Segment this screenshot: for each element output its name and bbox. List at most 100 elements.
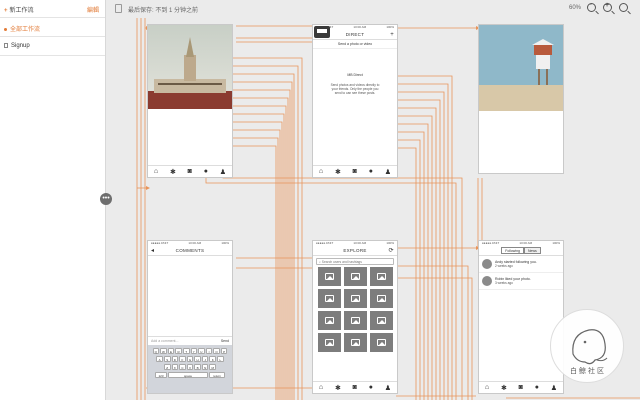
camera-icon[interactable]: ◙ xyxy=(353,168,357,175)
home-icon[interactable]: ⌂ xyxy=(485,384,489,391)
explore-thumbnail[interactable] xyxy=(344,311,367,330)
key[interactable]: M xyxy=(209,363,217,370)
screen-mb-photos[interactable]: ●●●●● AT&T10:00 AM100% MB Photos⊟ Yuelyi… xyxy=(147,24,233,178)
explore-icon[interactable]: ✱ xyxy=(501,384,507,392)
camera-icon[interactable]: ◙ xyxy=(519,384,523,391)
image-icon xyxy=(351,273,360,280)
explore-thumbnail[interactable] xyxy=(370,311,393,330)
key[interactable]: R xyxy=(175,347,182,354)
key[interactable]: G xyxy=(186,355,194,362)
back-arrow-icon[interactable]: ◂ xyxy=(151,246,154,256)
activity-icon[interactable]: ● xyxy=(204,168,208,175)
nav-bar: ◂ COMMENTS xyxy=(148,246,232,256)
key[interactable]: V xyxy=(186,363,194,370)
profile-icon[interactable]: ♟ xyxy=(220,168,226,176)
key[interactable]: X xyxy=(171,363,179,370)
explore-thumbnail[interactable] xyxy=(370,267,393,286)
workflow-canvas[interactable]: ●●●●● AT&T10:00 AM100% MB Photos⊟ Yuelyi… xyxy=(106,18,640,400)
zoom-in-icon[interactable]: + xyxy=(603,2,612,12)
explore-thumbnail[interactable] xyxy=(318,333,341,352)
list-item[interactable]: Robin liked your photo. 3 weeks ago xyxy=(479,273,563,290)
screen-camera[interactable]: ✖ ▦⟲ϟ ◙ ■◂ xyxy=(478,24,564,174)
key[interactable]: B xyxy=(194,363,201,370)
explore-thumbnail[interactable] xyxy=(318,311,341,330)
explore-thumbnail[interactable] xyxy=(318,267,341,286)
search-input[interactable]: ⌕ Search users and hashtags xyxy=(316,258,394,265)
zoom-out-icon[interactable]: - xyxy=(587,1,596,12)
explore-thumbnail[interactable] xyxy=(370,333,393,352)
plus-icon[interactable]: + xyxy=(390,30,394,40)
explore-thumbnail[interactable] xyxy=(344,333,367,352)
key-123[interactable]: 123 xyxy=(155,371,167,378)
refresh-icon[interactable]: ⟳ xyxy=(389,246,394,256)
key[interactable]: L xyxy=(217,355,224,362)
screen-title: COMMENTS xyxy=(175,248,205,253)
key[interactable]: Q xyxy=(152,347,160,354)
tab-news[interactable]: News xyxy=(524,247,541,254)
key[interactable]: F xyxy=(179,355,186,362)
key[interactable]: D xyxy=(171,355,179,362)
key[interactable]: H xyxy=(194,355,201,362)
home-icon[interactable]: ⌂ xyxy=(319,384,323,391)
key[interactable]: U xyxy=(198,347,205,354)
profile-icon[interactable]: ♟ xyxy=(551,384,557,392)
key[interactable]: A xyxy=(156,355,163,362)
new-workflow-button[interactable]: + 新工作流 xyxy=(4,5,34,14)
explore-icon[interactable]: ✱ xyxy=(335,168,341,176)
image-icon xyxy=(325,273,334,280)
key[interactable]: K xyxy=(209,355,217,362)
key[interactable]: P xyxy=(220,347,228,354)
activity-time: 2 weeks ago xyxy=(495,264,513,268)
zoom-fit-icon[interactable] xyxy=(619,3,628,12)
avatar[interactable] xyxy=(482,259,492,269)
key[interactable]: S xyxy=(163,355,171,362)
profile-icon[interactable]: ♟ xyxy=(385,168,391,176)
key[interactable]: O xyxy=(213,347,220,354)
explore-icon[interactable]: ✱ xyxy=(170,168,176,176)
explore-thumbnail[interactable] xyxy=(318,289,341,308)
active-dot-icon xyxy=(4,27,7,31)
document-icon[interactable] xyxy=(115,4,122,13)
explore-thumbnail[interactable] xyxy=(344,289,367,308)
key[interactable]: J xyxy=(201,355,209,362)
sidebar-item-signup[interactable]: Signup xyxy=(0,37,105,56)
explore-icon[interactable]: ✱ xyxy=(335,384,341,392)
screen-comments[interactable]: ●●●●● AT&T 10:00 AM 100% ◂ COMMENTS Add a c… xyxy=(147,240,233,394)
screen-explore[interactable]: ●●●●● AT&T 10:00 AM 100% EXPLORE ⟳ ⌕ Search… xyxy=(312,240,398,394)
explore-thumbnail[interactable] xyxy=(344,267,367,286)
tab-following[interactable]: Following xyxy=(501,247,525,254)
image-icon xyxy=(377,317,386,324)
key[interactable]: C xyxy=(179,363,186,370)
activity-icon[interactable]: ● xyxy=(535,384,539,391)
profile-icon[interactable]: ♟ xyxy=(385,384,391,392)
image-icon xyxy=(325,295,334,302)
key[interactable]: I xyxy=(205,347,213,354)
key[interactable]: Z xyxy=(163,363,171,370)
edit-button[interactable]: 編輯 xyxy=(87,5,99,14)
screen-title: EXPLORE xyxy=(343,248,367,253)
explore-thumbnail[interactable] xyxy=(370,289,393,308)
key[interactable]: T xyxy=(182,347,190,354)
camera-icon[interactable]: ◙ xyxy=(353,384,357,391)
key[interactable]: Y xyxy=(190,347,198,354)
camera-icon[interactable]: ◙ xyxy=(188,168,192,175)
key[interactable]: W xyxy=(160,347,167,354)
send-button[interactable]: Send xyxy=(221,339,229,343)
avatar[interactable] xyxy=(482,276,492,286)
screen-direct[interactable]: ●●●●● AT&T10:00 AM100% ◂DIRECT+ Send a p… xyxy=(312,24,398,178)
keyboard-row-3: ZXCVBNM xyxy=(148,363,232,370)
key-return[interactable]: return xyxy=(209,371,225,378)
activity-icon[interactable]: ● xyxy=(369,168,373,175)
activity-icon[interactable]: ● xyxy=(369,384,373,391)
explore-grid xyxy=(313,267,397,352)
comment-input[interactable]: Add a comment... xyxy=(151,339,178,343)
key-space[interactable]: space xyxy=(168,371,208,378)
key[interactable]: N xyxy=(201,363,209,370)
list-item[interactable]: Andy started following you. 2 weeks ago xyxy=(479,256,563,273)
sidebar-item-label: Signup xyxy=(11,43,30,50)
home-icon[interactable]: ⌂ xyxy=(319,168,323,175)
image-icon xyxy=(377,339,386,346)
sidebar-item-all-workflows[interactable]: 全部工作流 xyxy=(0,18,105,37)
key[interactable]: E xyxy=(167,347,175,354)
home-icon[interactable]: ⌂ xyxy=(154,168,158,175)
